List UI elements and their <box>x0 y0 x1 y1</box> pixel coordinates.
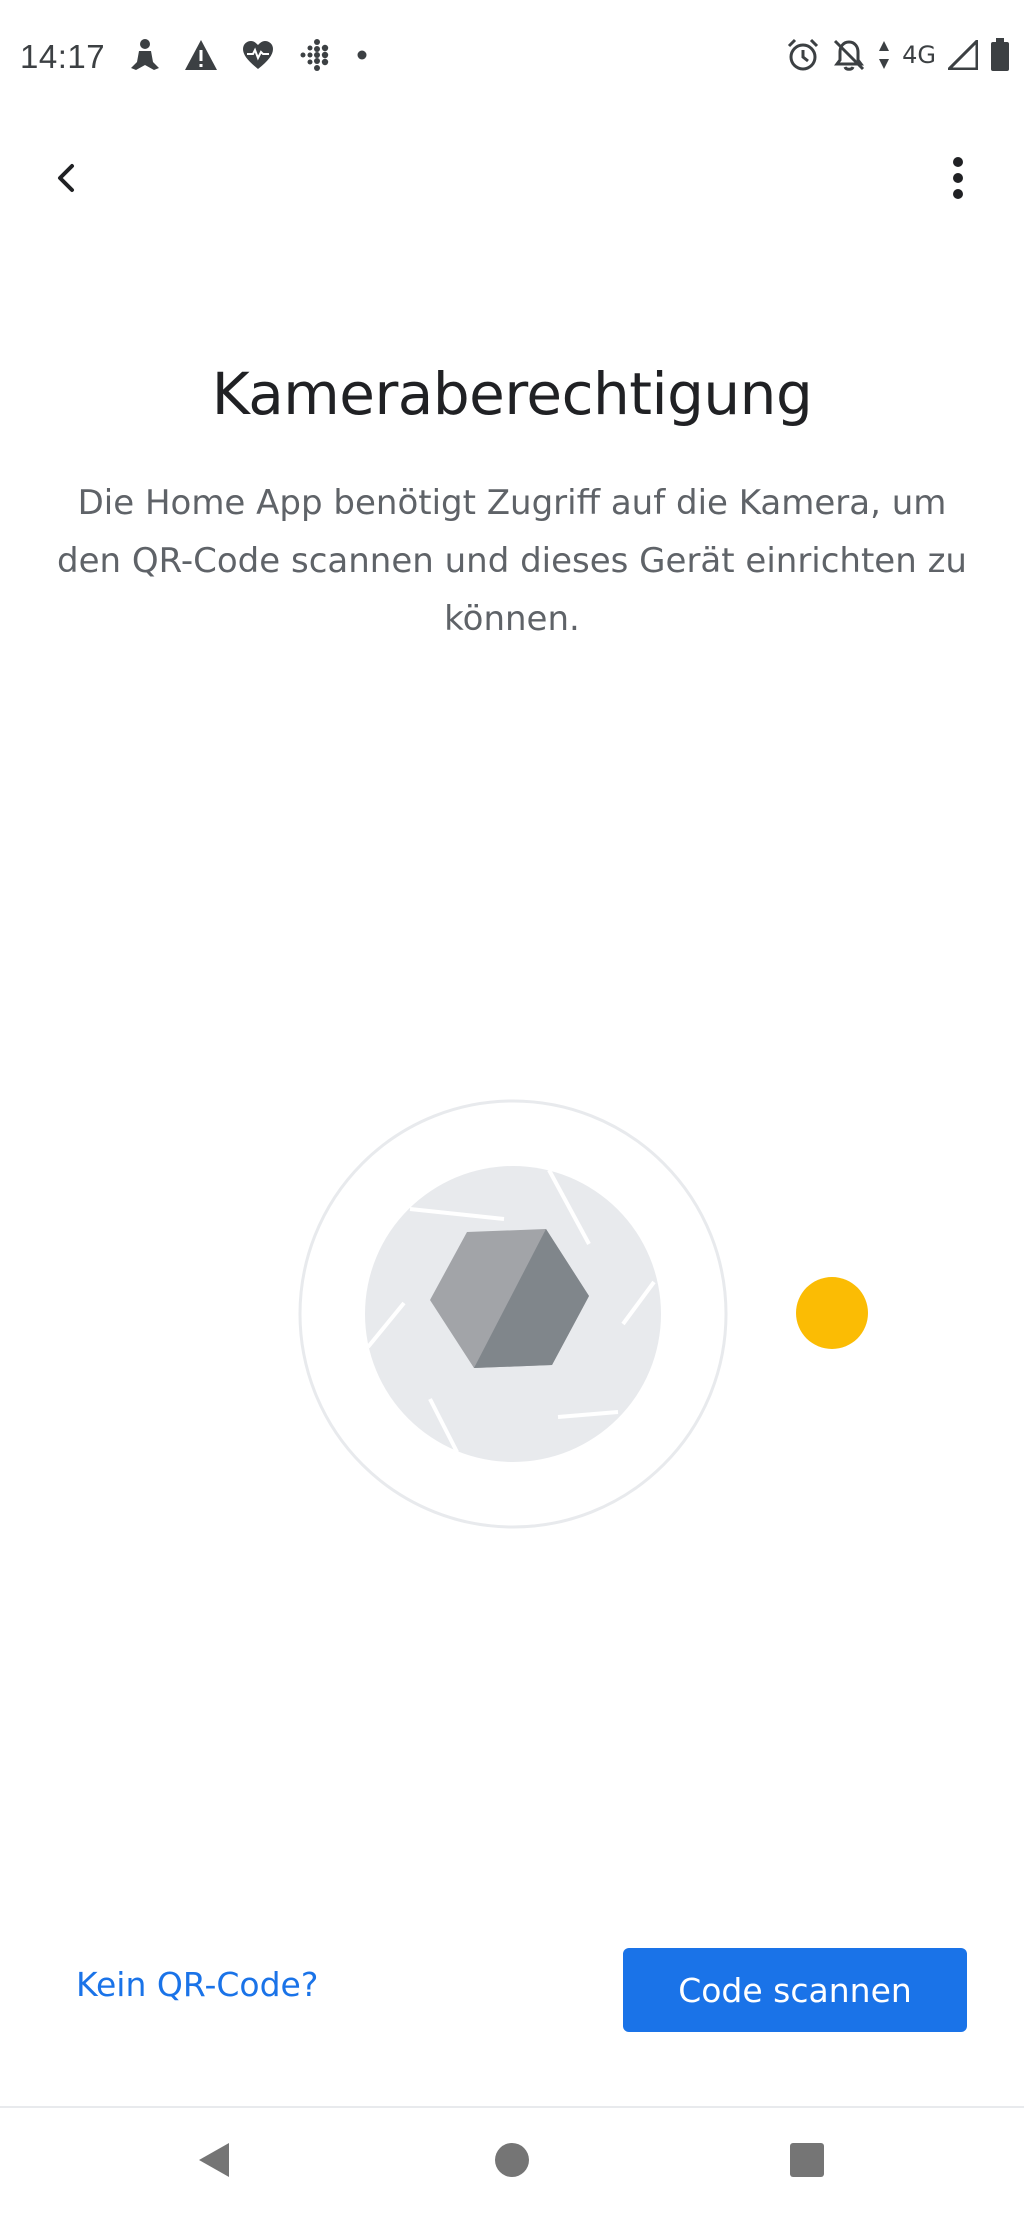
fitbit-icon <box>298 38 332 72</box>
nav-recents-icon <box>789 2142 825 2183</box>
nav-back-button[interactable] <box>192 2140 236 2184</box>
status-left-icons <box>130 38 368 72</box>
meditation-icon <box>130 38 160 72</box>
page-description: Die Home App benötigt Zugriff auf die Ka… <box>57 483 967 639</box>
network-type-label: 4G <box>902 41 936 69</box>
back-button[interactable] <box>36 150 96 210</box>
data-arrows-icon <box>878 40 890 70</box>
status-right-icons: 4G <box>786 38 1010 72</box>
nav-back-icon <box>197 2141 231 2184</box>
warning-icon <box>184 39 218 71</box>
navigation-bar <box>0 2108 1024 2219</box>
camera-illustration <box>296 1097 730 1531</box>
nav-home-button[interactable] <box>490 2140 534 2184</box>
nav-home-icon <box>494 2142 530 2183</box>
nav-recents-button[interactable] <box>785 2140 829 2184</box>
notification-dot-icon <box>356 49 368 61</box>
heart-rate-icon <box>242 40 274 70</box>
alarm-icon <box>786 38 820 72</box>
page-title: Kameraberechtigung <box>211 360 813 428</box>
more-vert-icon <box>952 156 964 205</box>
no-qr-code-link[interactable]: Kein QR-Code? <box>76 1965 318 2004</box>
chevron-left-icon <box>52 162 80 199</box>
notifications-off-icon <box>832 38 866 72</box>
more-options-button[interactable] <box>928 150 988 210</box>
scan-code-button[interactable]: Code scannen <box>623 1948 967 2032</box>
battery-icon <box>990 38 1010 72</box>
status-bar: 14:17 4G <box>0 0 1024 116</box>
camera-shutter-icon <box>296 1099 730 1535</box>
signal-icon <box>948 40 978 70</box>
status-time: 14:17 <box>20 38 106 75</box>
accent-dot <box>796 1277 868 1349</box>
